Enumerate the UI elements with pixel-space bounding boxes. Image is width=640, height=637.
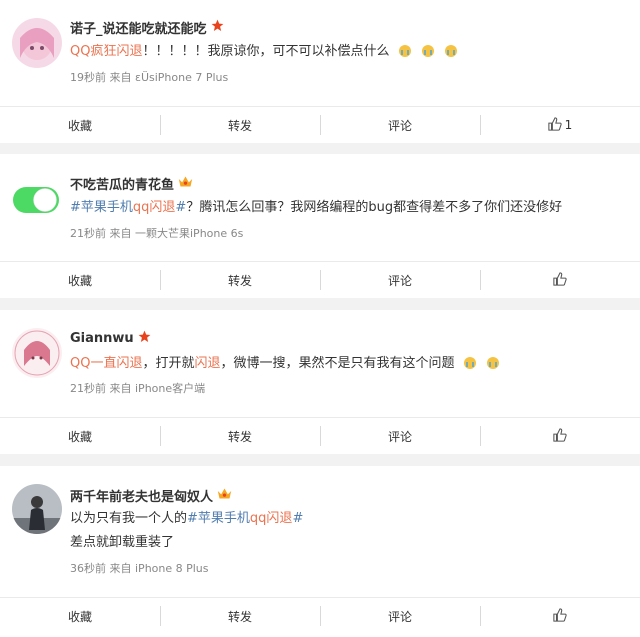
comment-meta: 21秒前 来自 iPhone客户端 xyxy=(70,382,206,395)
avatar[interactable] xyxy=(12,18,62,68)
action-bar: 收藏 转发 评论 1 xyxy=(0,106,640,143)
avatar[interactable] xyxy=(12,328,62,378)
comment-button[interactable]: 评论 xyxy=(320,107,480,143)
crown-badge-icon xyxy=(178,175,193,192)
thumbs-up-icon xyxy=(553,427,567,445)
action-bar: 收藏 转发 评论 xyxy=(0,417,640,454)
comment-card: Giannwu QQ一直闪退，打开就闪退，微博一搜，果然不是只有我有这个问题 2… xyxy=(0,310,640,454)
avatar[interactable] xyxy=(12,174,62,222)
comment-text: #苹果手机qq闪退#？腾讯怎么回事？我网络编程的bug都查得差不多了你们还没修好 xyxy=(70,200,563,215)
thumbs-up-icon xyxy=(548,116,562,134)
crying-emoji-icon xyxy=(420,42,436,64)
action-bar: 收藏 转发 评论 xyxy=(0,261,640,298)
username[interactable]: 诺子_说还能吃就还能吃 xyxy=(70,18,224,37)
comment-text: QQ一直闪退，打开就闪退，微博一搜，果然不是只有我有这个问题 xyxy=(70,354,501,376)
crown-badge-icon xyxy=(217,487,232,504)
like-count: 1 xyxy=(564,118,573,132)
crying-emoji-icon xyxy=(443,42,459,64)
comment-meta: 21秒前 来自 一颗大芒果iPhone 6s xyxy=(70,227,244,240)
comment-button[interactable]: 评论 xyxy=(320,598,480,634)
comment-text-line2: 差点就卸载重装了 xyxy=(70,535,175,550)
comment-text: QQ疯狂闪退！！！！！我原谅你，可不可以补偿点什么 xyxy=(70,42,459,64)
like-button[interactable] xyxy=(480,418,640,454)
collect-button[interactable]: 收藏 xyxy=(0,598,160,634)
crying-emoji-icon xyxy=(462,354,478,376)
crying-emoji-icon xyxy=(485,354,501,376)
comment-meta: 36秒前 来自 iPhone 8 Plus xyxy=(70,562,209,575)
comment-text: 以为只有我一个人的#苹果手机qq闪退# xyxy=(70,511,304,526)
star-badge-icon xyxy=(138,330,151,347)
repost-button[interactable]: 转发 xyxy=(160,262,320,298)
crying-emoji-icon xyxy=(397,42,413,64)
thumbs-up-icon xyxy=(553,271,567,289)
like-button[interactable]: 1 xyxy=(480,107,640,143)
repost-button[interactable]: 转发 xyxy=(160,418,320,454)
collect-button[interactable]: 收藏 xyxy=(0,262,160,298)
like-button[interactable] xyxy=(480,262,640,298)
star-badge-icon xyxy=(211,19,224,36)
repost-button[interactable]: 转发 xyxy=(160,107,320,143)
comment-card: 两千年前老夫也是匈奴人 以为只有我一个人的#苹果手机qq闪退# 差点就卸载重装了… xyxy=(0,466,640,637)
like-button[interactable] xyxy=(480,598,640,634)
collect-button[interactable]: 收藏 xyxy=(0,418,160,454)
username[interactable]: Giannwu xyxy=(70,330,151,347)
username[interactable]: 两千年前老夫也是匈奴人 xyxy=(70,486,232,505)
avatar[interactable] xyxy=(12,484,62,534)
collect-button[interactable]: 收藏 xyxy=(0,107,160,143)
comment-card: 诺子_说还能吃就还能吃 QQ疯狂闪退！！！！！我原谅你，可不可以补偿点什么 19… xyxy=(0,0,640,143)
repost-button[interactable]: 转发 xyxy=(160,598,320,634)
thumbs-up-icon xyxy=(553,607,567,625)
comment-button[interactable]: 评论 xyxy=(320,418,480,454)
comment-card: 不吃苦瓜的青花鱼 #苹果手机qq闪退#？腾讯怎么回事？我网络编程的bug都查得差… xyxy=(0,154,640,298)
comment-button[interactable]: 评论 xyxy=(320,262,480,298)
username[interactable]: 不吃苦瓜的青花鱼 xyxy=(70,174,193,193)
action-bar: 收藏 转发 评论 xyxy=(0,597,640,634)
comment-meta: 19秒前 来自 εÜsiPhone 7 Plus xyxy=(70,71,229,84)
